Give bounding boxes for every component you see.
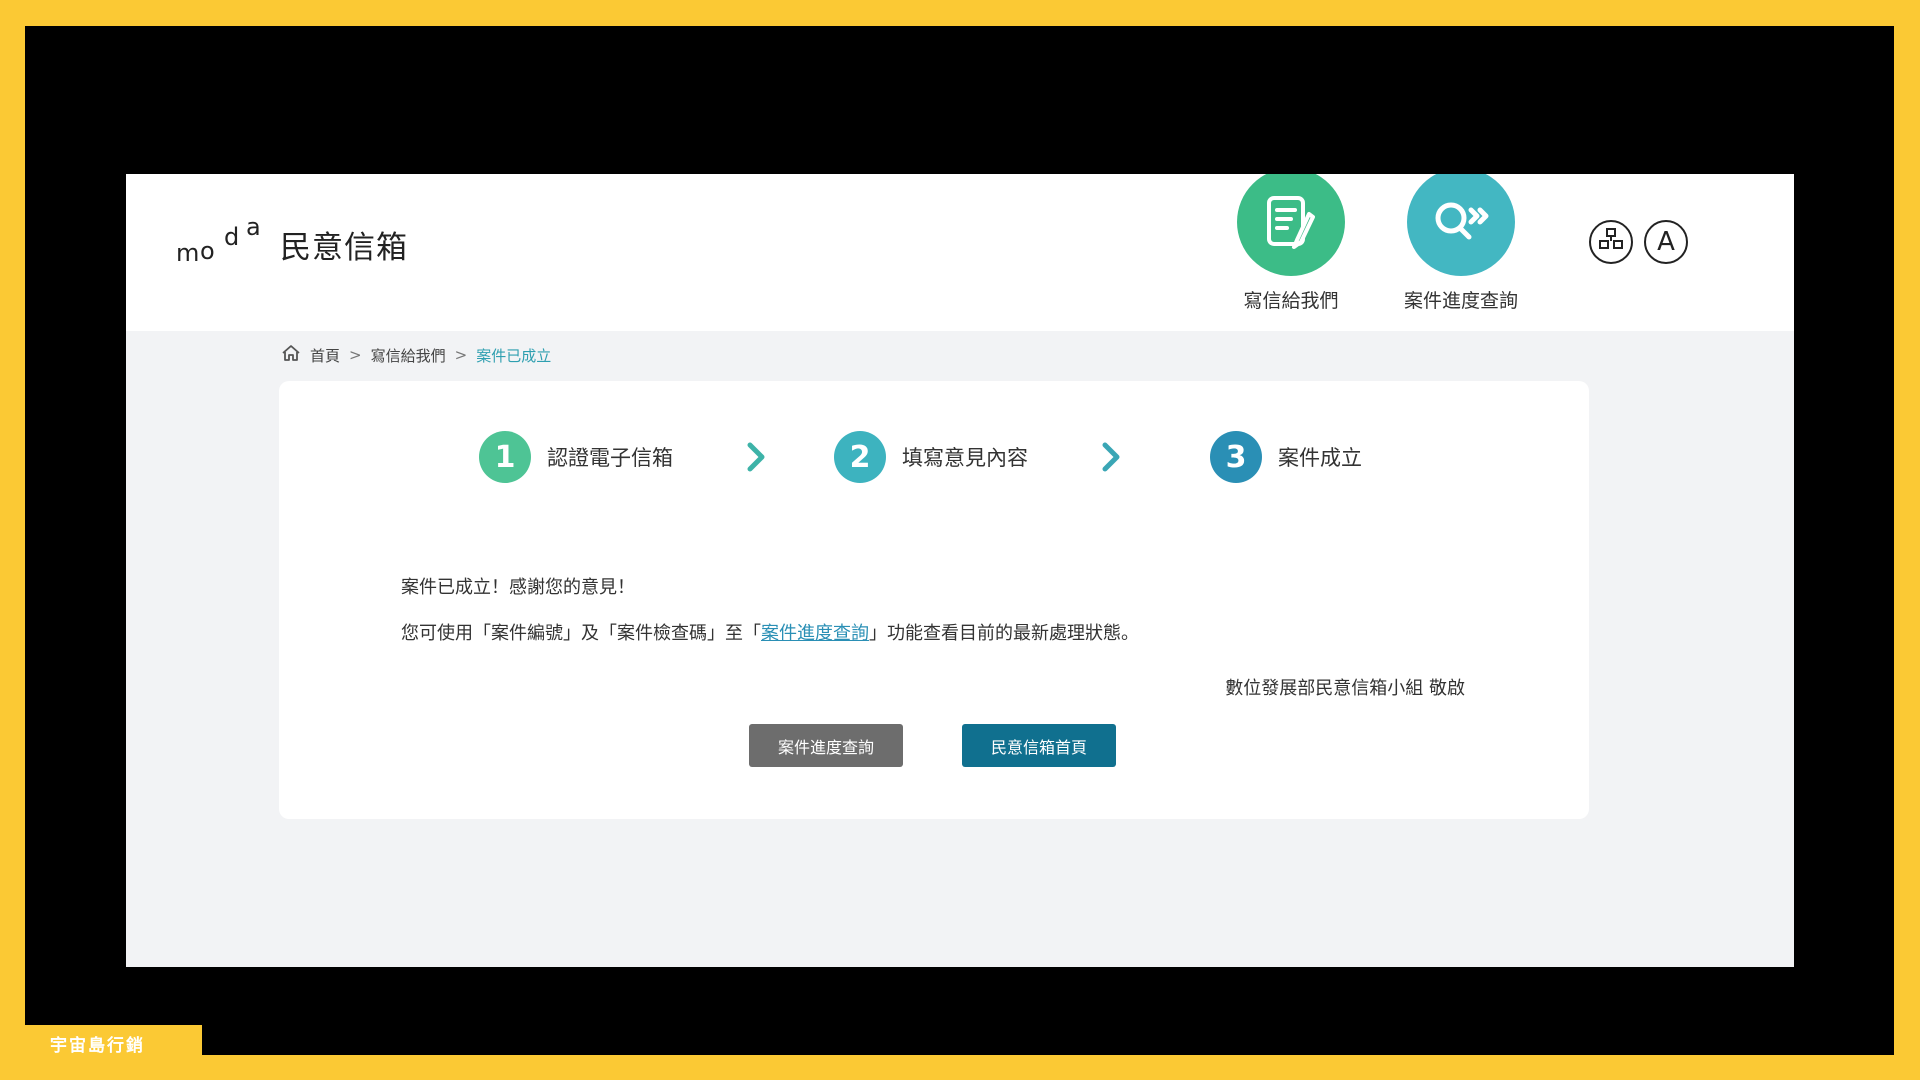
chevron-right-icon [1102,442,1120,472]
sitemap-icon [1599,227,1623,257]
video-frame: m o d a 民意信箱 寫信給我們 案件進度查詢 A 首頁 > 寫信給我們 >… [25,26,1894,1055]
breadcrumb: 首頁 > 寫信給我們 > 案件已成立 [281,344,551,366]
nav-write-label: 寫信給我們 [1243,290,1339,312]
nav-case-progress[interactable]: 案件進度查詢 [1391,174,1531,313]
step-verify-email: 1 認證電子信箱 [479,431,673,483]
moda-logo[interactable]: m o d a [176,213,268,269]
logo-letter: d [224,223,240,251]
instruction-text: 您可使用「案件編號」及「案件檢查碼」至「 [401,623,761,644]
result-card: 1 認證電子信箱 2 填寫意見內容 3 案件成立 案件已成立！感謝您的意見！ 您… [279,381,1589,819]
nav-progress-label: 案件進度查詢 [1403,290,1518,312]
breadcrumb-separator: > [454,346,468,364]
success-message: 案件已成立！感謝您的意見！ [401,577,635,598]
edit-document-icon [1237,174,1345,276]
logo-letter: o [200,237,215,265]
case-progress-button[interactable]: 案件進度查詢 [749,724,903,767]
site-header: m o d a 民意信箱 寫信給我們 案件進度查詢 A [126,174,1794,331]
chevron-right-icon [747,442,765,472]
step-case-created: 3 案件成立 [1210,431,1362,483]
nav-write-to-us[interactable]: 寫信給我們 [1221,174,1361,313]
step-label: 案件成立 [1278,446,1362,470]
breadcrumb-write[interactable]: 寫信給我們 [371,345,446,366]
step-fill-content: 2 填寫意見內容 [834,431,1028,483]
site-title[interactable]: 民意信箱 [280,222,408,267]
breadcrumb-current: 案件已成立 [476,346,552,365]
font-size-button[interactable]: A [1644,220,1688,264]
home-icon[interactable] [281,344,301,366]
breadcrumb-separator: > [349,346,362,364]
step-number: 3 [1210,431,1262,483]
step-label: 填寫意見內容 [902,446,1028,470]
mailbox-home-button[interactable]: 民意信箱首頁 [962,724,1116,767]
watermark: 宇宙島行銷 [25,1025,202,1061]
breadcrumb-home[interactable]: 首頁 [310,345,340,366]
font-size-label: A [1657,227,1675,257]
sitemap-button[interactable] [1589,220,1633,264]
instruction-text: 」功能查看目前的最新處理狀態。 [869,623,1139,644]
search-forward-icon [1407,174,1515,276]
step-number: 2 [834,431,886,483]
logo-letter: m [176,239,200,267]
case-progress-link[interactable]: 案件進度查詢 [761,623,869,644]
step-label: 認證電子信箱 [547,446,673,470]
instruction-message: 您可使用「案件編號」及「案件檢查碼」至「案件進度查詢」功能查看目前的最新處理狀態… [401,619,1139,645]
browser-page: m o d a 民意信箱 寫信給我們 案件進度查詢 A 首頁 > 寫信給我們 >… [126,174,1794,967]
logo-letter: a [246,213,261,241]
step-number: 1 [479,431,531,483]
signature: 數位發展部民意信箱小組 敬啟 [1225,678,1465,699]
